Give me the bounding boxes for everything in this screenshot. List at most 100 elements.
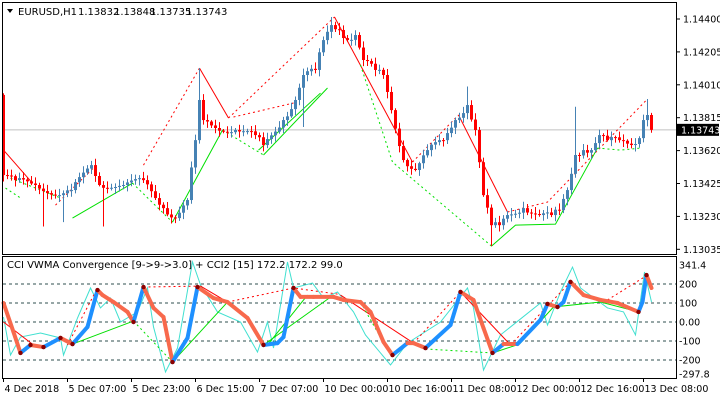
candle-body bbox=[242, 131, 245, 133]
candle-body bbox=[182, 205, 185, 213]
cci-pivot-marker bbox=[555, 304, 560, 310]
time-tick-label: 11 Dec 08:00 bbox=[453, 384, 517, 395]
candle-body bbox=[322, 40, 325, 53]
cci-pivot-marker bbox=[28, 342, 33, 348]
cci-pivot-marker bbox=[18, 350, 23, 356]
candle-body bbox=[162, 204, 165, 209]
indicator-tick-label: 341.4 bbox=[679, 261, 706, 272]
candle-body bbox=[302, 75, 305, 88]
candle-body bbox=[298, 87, 301, 100]
candle-body bbox=[226, 131, 229, 133]
candle-body bbox=[254, 131, 257, 136]
candle-body bbox=[54, 194, 57, 196]
candle-body bbox=[414, 168, 417, 171]
candle-body bbox=[306, 71, 309, 76]
cci-pivot-marker bbox=[70, 341, 75, 347]
candle-body bbox=[562, 198, 565, 211]
candle-body bbox=[74, 182, 77, 191]
candle-body bbox=[14, 176, 17, 181]
candle-body bbox=[102, 185, 105, 188]
candle-body bbox=[6, 175, 9, 177]
candle-body bbox=[518, 212, 521, 214]
candle-body bbox=[398, 128, 401, 147]
cci-pivot-marker bbox=[636, 309, 641, 315]
candle-body bbox=[206, 120, 209, 122]
candle-body bbox=[106, 187, 109, 189]
candle-body bbox=[374, 63, 377, 70]
price-tick-label: 1.13230 bbox=[683, 212, 720, 223]
candle-body bbox=[274, 131, 277, 136]
cci-pivot-marker bbox=[545, 301, 550, 307]
candle-body bbox=[406, 160, 409, 167]
candle-body bbox=[402, 146, 405, 161]
candle-body bbox=[494, 222, 497, 226]
candle-body bbox=[50, 193, 53, 195]
candle-body bbox=[22, 178, 25, 180]
candle-body bbox=[542, 213, 545, 216]
candle-body bbox=[286, 116, 289, 121]
indicator-tick-label: -297.8 bbox=[679, 370, 710, 381]
candle-body bbox=[34, 183, 37, 186]
candle-body bbox=[46, 191, 49, 194]
time-tick-label: 7 Dec 07:00 bbox=[261, 384, 319, 395]
candle-body bbox=[418, 163, 421, 171]
candle-body bbox=[598, 135, 601, 144]
cci-pivot-marker bbox=[423, 345, 428, 351]
candle-body bbox=[354, 35, 357, 40]
candle-body bbox=[190, 167, 193, 201]
candle-body bbox=[118, 185, 121, 187]
time-tick-label: 12 Dec 00:00 bbox=[517, 384, 581, 395]
candle-body bbox=[410, 166, 413, 169]
price-axis[interactable]: 1.14400 1.14205 1.14010 1.13815 1.13620 1.134… bbox=[676, 15, 720, 256]
candle-body bbox=[78, 177, 81, 183]
candle-body bbox=[626, 140, 629, 144]
candle-body bbox=[138, 178, 141, 180]
cci-pivot-marker bbox=[41, 344, 46, 350]
candle-body bbox=[246, 131, 249, 133]
chart-title: EURUSD,H1 1.13832 1.13848 1.13735 1.1374… bbox=[7, 7, 227, 18]
candle-body bbox=[422, 155, 425, 164]
candle-body bbox=[454, 120, 457, 128]
cci-pivot-marker bbox=[58, 335, 63, 341]
candle-body bbox=[94, 165, 97, 177]
candle-body bbox=[578, 154, 581, 156]
time-tick-label: 5 Dec 07:00 bbox=[69, 384, 127, 395]
candle-body bbox=[266, 139, 269, 146]
candle-body bbox=[522, 208, 525, 213]
time-tick-label: 12 Dec 16:00 bbox=[581, 384, 645, 395]
cci-pivot-marker bbox=[291, 285, 296, 291]
candle-body bbox=[470, 105, 473, 120]
candle-body bbox=[602, 135, 605, 137]
candle-body bbox=[90, 165, 93, 169]
cci-pivot-marker bbox=[490, 350, 495, 356]
candle-body bbox=[366, 59, 369, 62]
indicator-tick-label: 200 bbox=[679, 280, 697, 291]
candle-body bbox=[466, 105, 469, 114]
indicator-tick-label: -100 bbox=[679, 337, 701, 348]
candle-body bbox=[110, 187, 113, 189]
price-tick-label: 1.14400 bbox=[683, 15, 720, 26]
trading-chart[interactable]: EURUSD,H1 1.13832 1.13848 1.13735 1.1374… bbox=[0, 0, 720, 400]
candle-body bbox=[194, 140, 197, 168]
bull-candle bbox=[190, 161, 193, 204]
candle-body bbox=[442, 140, 445, 142]
candle-body bbox=[250, 131, 253, 133]
candle-body bbox=[570, 173, 573, 191]
time-tick-label: 10 Dec 16:00 bbox=[389, 384, 453, 395]
candle-body bbox=[330, 25, 333, 32]
candle-body bbox=[574, 154, 577, 174]
cci-pivot-marker bbox=[131, 319, 136, 325]
candle-body bbox=[634, 144, 637, 146]
candle-body bbox=[294, 99, 297, 110]
cci-falling-segment bbox=[341, 297, 363, 305]
candle-body bbox=[438, 140, 441, 143]
candle-body bbox=[326, 31, 329, 41]
indicator-title: CCI VWMA Convergence [9->9->3.0] + CCI2 … bbox=[7, 260, 343, 271]
price-tick-label: 1.14010 bbox=[683, 80, 720, 91]
candle-body bbox=[546, 212, 549, 214]
candle-body bbox=[218, 127, 221, 131]
candle-body bbox=[10, 175, 13, 177]
candle-body bbox=[618, 137, 621, 141]
time-tick-label: 10 Dec 00:00 bbox=[325, 384, 389, 395]
time-tick-label: 6 Dec 15:00 bbox=[197, 384, 255, 395]
